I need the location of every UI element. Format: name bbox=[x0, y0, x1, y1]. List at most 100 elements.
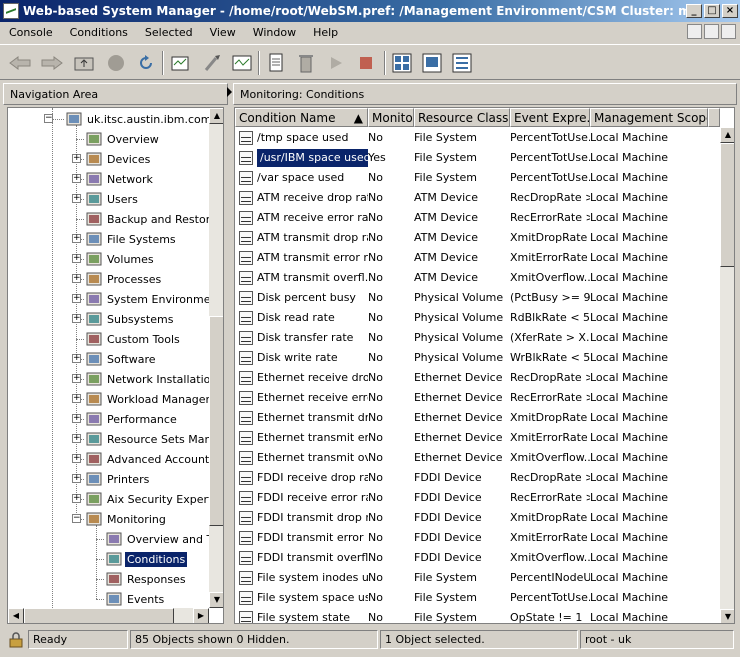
table-row[interactable]: ATM transmit overfl... No ATM Device XmitOv… bbox=[235, 268, 720, 288]
scroll-down-button[interactable]: ▼ bbox=[720, 609, 734, 623]
new-condition-icon[interactable] bbox=[168, 51, 192, 75]
tree-item-resource-sets-mana[interactable]: Resource Sets Mana bbox=[86, 429, 209, 449]
column-header-monitoring[interactable]: Monito... bbox=[368, 108, 414, 127]
tree-item-performance[interactable]: Performance bbox=[86, 409, 179, 429]
tree-item-system-environment[interactable]: System Environment bbox=[86, 289, 209, 309]
properties-brush-icon[interactable] bbox=[200, 51, 224, 75]
collapse-icon[interactable]: − bbox=[72, 514, 81, 523]
table-row[interactable]: FDDI transmit overfl... No FDDI Device Xmit… bbox=[235, 548, 720, 568]
table-row[interactable]: ATM transmit drop rateNo ATM Device XmitDr… bbox=[235, 228, 720, 248]
tree-item-subsystems[interactable]: Subsystems bbox=[86, 309, 175, 329]
menu-window[interactable]: Window bbox=[244, 26, 304, 39]
tree-horizontal-scrollbar[interactable]: ◀ ▶ bbox=[8, 608, 209, 623]
tree-item-custom-tools[interactable]: Custom Tools bbox=[86, 329, 182, 349]
tree-item-users[interactable]: Users bbox=[86, 189, 140, 209]
expand-icon[interactable]: + bbox=[72, 354, 81, 363]
tree-item-events[interactable]: Events bbox=[106, 589, 166, 608]
tree-item-uk-itsc-austin-ibm-com[interactable]: uk.itsc.austin.ibm.com bbox=[66, 109, 209, 129]
table-row[interactable]: Ethernet transmit ov...No Ethernet Device… bbox=[235, 448, 720, 468]
table-row[interactable]: Ethernet transmit err...No Ethernet Devic… bbox=[235, 428, 720, 448]
stop-icon[interactable] bbox=[104, 51, 128, 75]
expand-icon[interactable]: + bbox=[72, 474, 81, 483]
tree-item-overview-and-ta[interactable]: Overview and Ta bbox=[106, 529, 209, 549]
tree-item-workload-manager[interactable]: Workload Manager bbox=[86, 389, 209, 409]
up-folder-icon[interactable] bbox=[72, 51, 96, 75]
menu-view[interactable]: View bbox=[201, 26, 244, 39]
maximize-button[interactable]: □ bbox=[704, 4, 720, 18]
pane-splitter[interactable] bbox=[227, 83, 233, 623]
window-close-icon[interactable] bbox=[721, 24, 736, 39]
scroll-thumb[interactable] bbox=[720, 143, 734, 267]
table-row[interactable]: Disk write rate No Physical Volume WrBlkRat… bbox=[235, 348, 720, 368]
tree-item-advanced-accountin[interactable]: Advanced Accountin bbox=[86, 449, 209, 469]
tree-item-volumes[interactable]: Volumes bbox=[86, 249, 156, 269]
expand-icon[interactable]: + bbox=[72, 194, 81, 203]
expand-icon[interactable]: + bbox=[72, 154, 81, 163]
table-row[interactable]: Disk transfer rate No Physical Volume (Xfer… bbox=[235, 328, 720, 348]
scroll-right-button[interactable]: ▶ bbox=[193, 608, 209, 623]
expand-icon[interactable]: + bbox=[72, 374, 81, 383]
tree-item-network-installation-m[interactable]: Network Installation M bbox=[86, 369, 209, 389]
table-row[interactable]: Ethernet receive erro...No Ethernet Devic… bbox=[235, 388, 720, 408]
expand-icon[interactable]: + bbox=[72, 414, 81, 423]
window-tile-icon[interactable] bbox=[687, 24, 702, 39]
table-row[interactable]: File system space us...No File System Perc… bbox=[235, 588, 720, 608]
expand-icon[interactable]: + bbox=[72, 314, 81, 323]
tree-item-network[interactable]: Network bbox=[86, 169, 155, 189]
expand-icon[interactable]: + bbox=[72, 254, 81, 263]
minimize-button[interactable]: _ bbox=[686, 4, 702, 18]
tree-item-file-systems[interactable]: File Systems bbox=[86, 229, 178, 249]
table-row[interactable]: Disk percent busy No Physical Volume (PctBu… bbox=[235, 288, 720, 308]
monitor-icon[interactable] bbox=[230, 51, 254, 75]
window-cascade-icon[interactable] bbox=[704, 24, 719, 39]
expand-icon[interactable]: + bbox=[72, 394, 81, 403]
table-row[interactable]: File system inodes u... No File System Perc… bbox=[235, 568, 720, 588]
expand-icon[interactable]: + bbox=[72, 494, 81, 503]
column-header-event-expression[interactable]: Event Expre... bbox=[510, 108, 590, 127]
table-row[interactable]: /usr/IBM space used Yes File System Percent… bbox=[235, 148, 720, 168]
expand-icon[interactable]: + bbox=[72, 174, 81, 183]
table-row[interactable]: /var space used No File System PercentTotUs… bbox=[235, 168, 720, 188]
start-monitoring-icon[interactable] bbox=[324, 51, 348, 75]
column-header-management-scope[interactable]: Management Scope bbox=[590, 108, 708, 127]
small-icons-view-icon[interactable] bbox=[420, 51, 444, 75]
copy-document-icon[interactable] bbox=[264, 51, 288, 75]
table-row[interactable]: FDDI receive error rateNo FDDI Device RecE… bbox=[235, 488, 720, 508]
menu-conditions[interactable]: Conditions bbox=[61, 26, 136, 39]
scroll-down-button[interactable]: ▼ bbox=[209, 592, 223, 608]
expand-icon[interactable]: + bbox=[72, 434, 81, 443]
back-arrow-icon[interactable] bbox=[8, 51, 32, 75]
expand-icon[interactable]: + bbox=[72, 454, 81, 463]
table-row[interactable]: /tmp space used No File System PercentTotUs… bbox=[235, 128, 720, 148]
tree-vertical-scrollbar[interactable]: ▲ ▼ bbox=[209, 108, 223, 608]
tree-item-processes[interactable]: Processes bbox=[86, 269, 163, 289]
column-header-resource-class[interactable]: Resource Class bbox=[414, 108, 510, 127]
tree-item-monitoring[interactable]: Monitoring bbox=[86, 509, 168, 529]
table-row[interactable]: ATM receive drop rate No ATM Device RecDrop… bbox=[235, 188, 720, 208]
scroll-up-button[interactable]: ▲ bbox=[720, 127, 734, 143]
scroll-left-button[interactable]: ◀ bbox=[8, 608, 24, 623]
collapse-icon[interactable]: − bbox=[44, 114, 53, 123]
table-row[interactable]: File system state No File System OpState !=… bbox=[235, 608, 720, 623]
table-row[interactable]: ATM receive error rate No ATM Device RecErr… bbox=[235, 208, 720, 228]
column-header-condition-name[interactable]: Condition Name ▲ bbox=[235, 108, 368, 127]
table-row[interactable]: FDDI receive drop rateNo FDDI Device RecDr… bbox=[235, 468, 720, 488]
menu-console[interactable]: Console bbox=[0, 26, 61, 39]
tree-item-aix-security-expert[interactable]: Aix Security Expert bbox=[86, 489, 209, 509]
close-button[interactable]: × bbox=[722, 4, 738, 18]
expand-icon[interactable]: + bbox=[72, 294, 81, 303]
table-row[interactable]: ATM transmit error rateNo ATM Device XmitE… bbox=[235, 248, 720, 268]
tree-item-conditions[interactable]: Conditions bbox=[106, 549, 188, 569]
scroll-thumb[interactable] bbox=[209, 316, 223, 526]
details-view-icon[interactable] bbox=[450, 51, 474, 75]
tree-item-overview[interactable]: Overview bbox=[86, 129, 161, 149]
table-row[interactable]: Ethernet transmit dro...No Ethernet Devic… bbox=[235, 408, 720, 428]
expand-icon[interactable]: + bbox=[72, 274, 81, 283]
reload-icon[interactable] bbox=[134, 51, 158, 75]
large-icons-view-icon[interactable] bbox=[390, 51, 414, 75]
tree-item-software[interactable]: Software bbox=[86, 349, 158, 369]
tree-item-devices[interactable]: Devices bbox=[86, 149, 152, 169]
tree-item-backup-and-restore[interactable]: Backup and Restore bbox=[86, 209, 209, 229]
stop-monitoring-icon[interactable] bbox=[354, 51, 378, 75]
expand-icon[interactable]: + bbox=[72, 234, 81, 243]
